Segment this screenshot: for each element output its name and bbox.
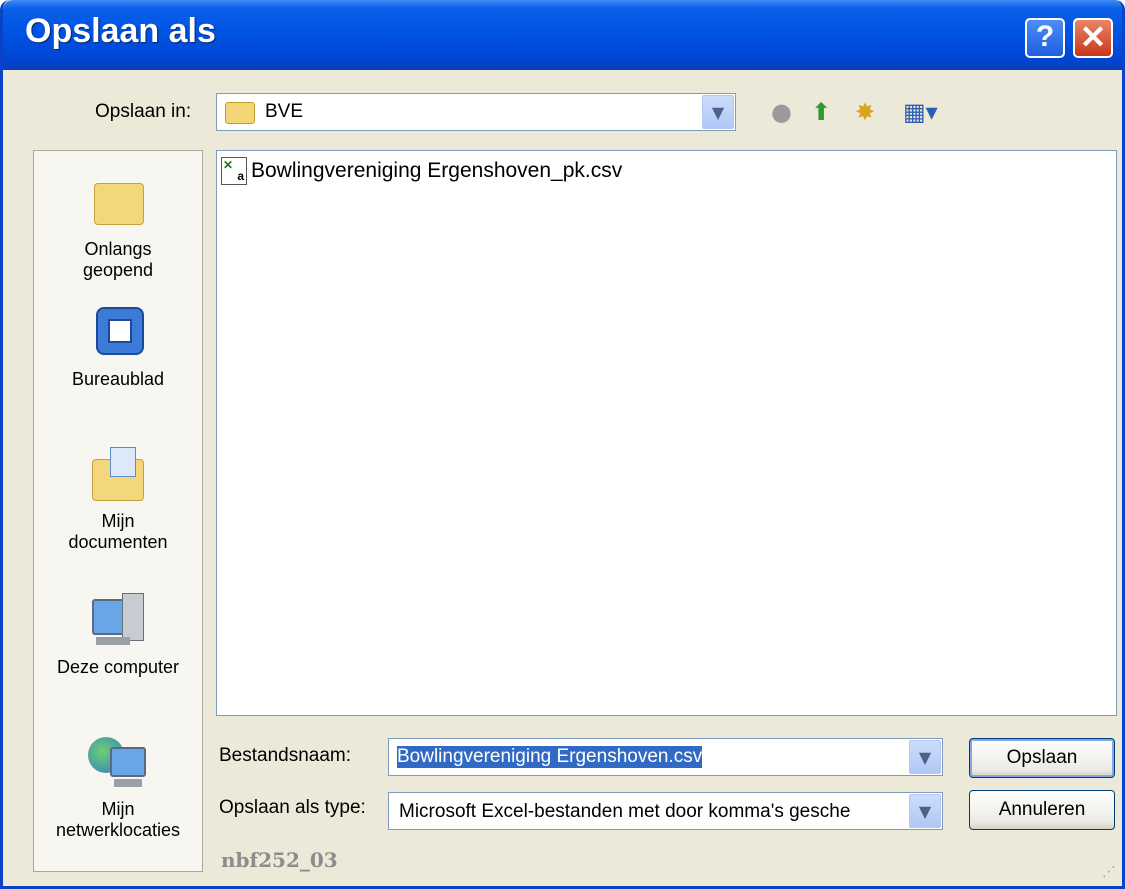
resize-grip-icon[interactable]: ⋰ [1102, 864, 1116, 880]
place-desktop[interactable]: Bureaublad [34, 301, 202, 390]
save-button[interactable]: Opslaan [969, 738, 1115, 778]
watermark: nbf252_03 [221, 848, 338, 872]
list-item[interactable]: ✕ a Bowlingvereniging Ergenshoven_pk.csv [221, 157, 622, 185]
file-list[interactable]: ✕ a Bowlingvereniging Ergenshoven_pk.csv [216, 150, 1117, 716]
help-button[interactable]: ? [1025, 18, 1065, 58]
chevron-down-icon[interactable]: ▼ [909, 794, 941, 828]
place-recent[interactable]: Onlangs geopend [34, 171, 202, 281]
place-label: Mijn [101, 511, 135, 531]
place-label: netwerklocaties [55, 820, 181, 840]
views-menu-icon[interactable]: ▦▾ [903, 98, 938, 126]
my-computer-icon [86, 589, 150, 651]
recent-folder-icon [86, 171, 150, 233]
save-in-value: BVE [265, 101, 304, 122]
network-places-icon [86, 731, 150, 793]
filename-label: Bestandsnaam: [219, 745, 352, 766]
up-folder-icon[interactable]: ⬆ [811, 98, 831, 126]
place-label: Bureaublad [71, 369, 165, 389]
save-in-dropdown[interactable]: BVE ▼ [216, 93, 736, 131]
back-icon[interactable]: ● [771, 98, 792, 126]
place-label: Mijn [101, 799, 135, 819]
place-my-computer[interactable]: Deze computer [34, 589, 202, 678]
dialog-title: Opslaan als [25, 12, 216, 50]
filetype-dropdown[interactable]: Microsoft Excel-bestanden met door komma… [388, 792, 943, 830]
desktop-icon [86, 301, 150, 363]
csv-file-icon: ✕ a [221, 157, 247, 185]
filetype-value: Microsoft Excel-bestanden met door komma… [399, 801, 851, 822]
chevron-down-icon[interactable]: ▼ [909, 740, 941, 774]
save-as-dialog: Opslaan als ? ✕ Opslaan in: BVE ▼ ● ⬆ ✸ … [0, 0, 1125, 889]
title-bar[interactable]: Opslaan als ? ✕ [3, 0, 1122, 70]
filename-value[interactable]: Bowlingvereniging Ergenshoven.csv [397, 746, 703, 768]
place-label: Deze computer [56, 657, 180, 677]
close-button[interactable]: ✕ [1073, 18, 1113, 58]
place-label: Onlangs [84, 239, 152, 259]
places-bar: Onlangs geopend Bureaublad Mijn document… [33, 150, 203, 872]
save-in-label: Opslaan in: [95, 101, 192, 122]
place-label: geopend [82, 260, 154, 280]
file-name: Bowlingvereniging Ergenshoven_pk.csv [251, 159, 623, 182]
my-documents-icon [86, 443, 150, 505]
filename-input[interactable]: Bowlingvereniging Ergenshoven.csv ▼ [388, 738, 943, 776]
chevron-down-icon[interactable]: ▼ [702, 95, 734, 129]
place-network[interactable]: Mijn netwerklocaties [34, 731, 202, 841]
new-folder-icon[interactable]: ✸ [855, 98, 875, 126]
cancel-button[interactable]: Annuleren [969, 790, 1115, 830]
filetype-label: Opslaan als type: [219, 797, 366, 818]
folder-icon [225, 102, 255, 124]
place-label: documenten [68, 532, 168, 552]
place-my-documents[interactable]: Mijn documenten [34, 443, 202, 553]
